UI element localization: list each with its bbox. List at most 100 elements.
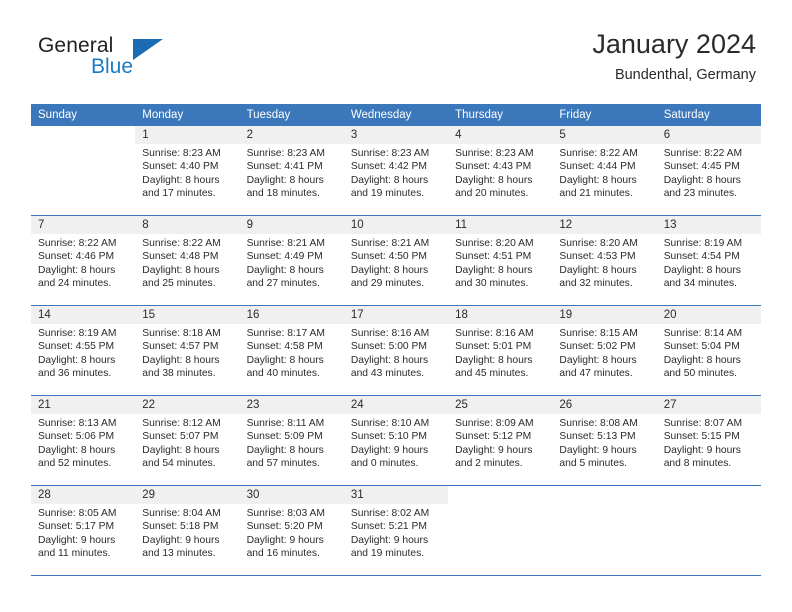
day-empty [656, 486, 761, 575]
sunrise-text: Sunrise: 8:23 AM [142, 148, 221, 159]
daylight-text-line1: Daylight: 8 hours [142, 354, 220, 366]
daylight-text-line1: Daylight: 8 hours [246, 354, 324, 366]
calendar-day-cell[interactable]: 21 Sunrise: 8:13 AM Sunset: 5:06 PM Dayligh… [31, 395, 136, 486]
day-info: Sunrise: 8:11 AM Sunset: 5:09 PM Daylight:… [240, 414, 344, 471]
daylight-text-line1: Daylight: 8 hours [455, 354, 533, 366]
calendar-day-cell[interactable]: 22 Sunrise: 8:12 AM Sunset: 5:07 PM Dayligh… [135, 395, 240, 486]
daylight-text-line1: Daylight: 8 hours [350, 174, 429, 186]
day-number: 29 [135, 486, 240, 504]
sunrise-text: Sunrise: 8:23 AM [246, 148, 325, 159]
calendar-day-cell[interactable]: 8 Sunrise: 8:22 AM Sunset: 4:48 PM Daylight… [135, 215, 240, 306]
sunrise-text: Sunrise: 8:19 AM [663, 238, 743, 249]
day-26: 26 Sunrise: 8:08 AM Sunset: 5:13 PM Dayligh… [552, 396, 657, 485]
title-block: January 2024 Bundenthal, Germany [592, 28, 756, 85]
sunrise-text: Sunrise: 8:11 AM [246, 418, 325, 429]
day-number: 30 [239, 486, 344, 504]
daylight-text-line2: and 21 minutes. [559, 188, 633, 200]
calendar-day-cell[interactable]: 15 Sunrise: 8:18 AM Sunset: 4:57 PM Dayligh… [135, 305, 240, 396]
day-empty [448, 486, 553, 575]
day-info: Sunrise: 8:20 AM Sunset: 4:53 PM Daylight:… [552, 234, 656, 291]
day-info: Sunrise: 8:23 AM Sunset: 4:40 PM Daylight:… [135, 144, 239, 201]
daylight-text-line1: Daylight: 9 hours [350, 444, 429, 456]
calendar-day-cell[interactable]: 31 Sunrise: 8:02 AM Sunset: 5:21 PM Dayligh… [343, 485, 449, 576]
calendar-day-cell[interactable]: 18 Sunrise: 8:16 AM Sunset: 5:01 PM Dayligh… [448, 305, 553, 396]
calendar-page: General Blue January 2024 Bundenthal, Ge… [0, 0, 792, 612]
calendar-day-cell[interactable] [552, 485, 657, 576]
sunset-text: Sunset: 5:13 PM [559, 431, 636, 443]
day-info: Sunrise: 8:13 AM Sunset: 5:06 PM Daylight:… [31, 414, 135, 471]
calendar-day-cell[interactable] [656, 485, 761, 576]
calendar-day-cell[interactable]: 11 Sunrise: 8:20 AM Sunset: 4:51 PM Dayligh… [448, 215, 553, 306]
day-19: 19 Sunrise: 8:15 AM Sunset: 5:02 PM Dayligh… [552, 306, 657, 395]
calendar-day-cell[interactable]: 5 Sunrise: 8:22 AM Sunset: 4:44 PM Daylight… [552, 126, 657, 216]
day-info: Sunrise: 8:10 AM Sunset: 5:10 PM Daylight:… [344, 414, 448, 471]
calendar-day-cell[interactable]: 3 Sunrise: 8:23 AM Sunset: 4:42 PM Daylight… [343, 126, 449, 216]
sunrise-text: Sunrise: 8:22 AM [38, 238, 117, 249]
day-number [552, 486, 657, 504]
calendar-day-cell[interactable]: 19 Sunrise: 8:15 AM Sunset: 5:02 PM Dayligh… [552, 305, 657, 396]
day-18: 18 Sunrise: 8:16 AM Sunset: 5:01 PM Dayligh… [448, 306, 553, 395]
calendar-day-cell[interactable] [31, 126, 136, 216]
sunrise-text: Sunrise: 8:15 AM [559, 328, 638, 339]
daylight-text-line2: and 30 minutes. [455, 278, 529, 290]
calendar-day-cell[interactable]: 16 Sunrise: 8:17 AM Sunset: 4:58 PM Dayligh… [239, 305, 344, 396]
daylight-text-line1: Daylight: 8 hours [38, 444, 116, 456]
day-info: Sunrise: 8:14 AM Sunset: 5:04 PM Daylight:… [657, 324, 761, 381]
calendar-day-cell[interactable] [448, 485, 553, 576]
daylight-text-line2: and 43 minutes. [350, 368, 425, 380]
daylight-text-line2: and 50 minutes. [663, 368, 737, 380]
daylight-text-line2: and 34 minutes. [663, 278, 737, 290]
day-info: Sunrise: 8:23 AM Sunset: 4:42 PM Daylight:… [344, 144, 448, 201]
day-info: Sunrise: 8:18 AM Sunset: 4:57 PM Daylight:… [135, 324, 239, 381]
daylight-text-line1: Daylight: 9 hours [38, 534, 116, 546]
calendar-day-cell[interactable]: 4 Sunrise: 8:23 AM Sunset: 4:43 PM Daylight… [448, 126, 553, 216]
sunset-text: Sunset: 4:55 PM [38, 341, 115, 353]
day-7: 7 Sunrise: 8:22 AM Sunset: 4:46 PM Daylight… [31, 216, 136, 305]
day-22: 22 Sunrise: 8:12 AM Sunset: 5:07 PM Dayligh… [135, 396, 240, 485]
calendar-day-cell[interactable]: 17 Sunrise: 8:16 AM Sunset: 5:00 PM Dayligh… [343, 305, 449, 396]
calendar-day-cell[interactable]: 26 Sunrise: 8:08 AM Sunset: 5:13 PM Dayligh… [552, 395, 657, 486]
daylight-text-line2: and 45 minutes. [455, 368, 529, 380]
calendar-day-cell[interactable]: 7 Sunrise: 8:22 AM Sunset: 4:46 PM Daylight… [31, 215, 136, 306]
calendar-day-cell[interactable]: 20 Sunrise: 8:14 AM Sunset: 5:04 PM Dayligh… [656, 305, 761, 396]
daylight-text-line2: and 19 minutes. [350, 548, 425, 560]
calendar-day-cell[interactable]: 28 Sunrise: 8:05 AM Sunset: 5:17 PM Dayligh… [31, 485, 136, 576]
calendar-day-cell[interactable]: 29 Sunrise: 8:04 AM Sunset: 5:18 PM Dayligh… [135, 485, 240, 576]
calendar-day-cell[interactable]: 24 Sunrise: 8:10 AM Sunset: 5:10 PM Dayligh… [343, 395, 449, 486]
sunset-text: Sunset: 4:50 PM [350, 251, 427, 263]
day-8: 8 Sunrise: 8:22 AM Sunset: 4:48 PM Daylight… [135, 216, 240, 305]
calendar-day-cell[interactable]: 13 Sunrise: 8:19 AM Sunset: 4:54 PM Dayligh… [656, 215, 761, 306]
day-empty [552, 486, 657, 575]
sunrise-text: Sunrise: 8:08 AM [559, 418, 638, 429]
daylight-text-line1: Daylight: 9 hours [663, 444, 741, 456]
sunset-text: Sunset: 4:45 PM [663, 161, 740, 173]
calendar-day-cell[interactable]: 6 Sunrise: 8:22 AM Sunset: 4:45 PM Daylight… [656, 126, 761, 216]
day-info: Sunrise: 8:17 AM Sunset: 4:58 PM Daylight:… [240, 324, 344, 381]
sunrise-text: Sunrise: 8:20 AM [455, 238, 534, 249]
daylight-text-line2: and 29 minutes. [350, 278, 425, 290]
daylight-text-line2: and 38 minutes. [142, 368, 216, 380]
day-number: 4 [448, 126, 553, 144]
calendar-day-cell[interactable]: 9 Sunrise: 8:21 AM Sunset: 4:49 PM Daylight… [239, 215, 344, 306]
sunset-text: Sunset: 5:12 PM [455, 431, 532, 443]
brand-name-blue: Blue [91, 55, 134, 78]
sunset-text: Sunset: 4:40 PM [142, 161, 219, 173]
calendar-day-cell[interactable]: 25 Sunrise: 8:09 AM Sunset: 5:12 PM Dayligh… [448, 395, 553, 486]
daylight-text-line1: Daylight: 8 hours [350, 264, 429, 276]
calendar-day-cell[interactable]: 1 Sunrise: 8:23 AM Sunset: 4:40 PM Daylight… [135, 126, 240, 216]
brand-logo[interactable]: General Blue [38, 34, 278, 90]
calendar-day-cell[interactable]: 10 Sunrise: 8:21 AM Sunset: 4:50 PM Dayligh… [343, 215, 449, 306]
daylight-text-line1: Daylight: 9 hours [246, 534, 324, 546]
calendar-day-cell[interactable]: 23 Sunrise: 8:11 AM Sunset: 5:09 PM Dayligh… [239, 395, 344, 486]
calendar-day-cell[interactable]: 2 Sunrise: 8:23 AM Sunset: 4:41 PM Daylight… [239, 126, 344, 216]
sunrise-text: Sunrise: 8:14 AM [663, 328, 743, 339]
day-31: 31 Sunrise: 8:02 AM Sunset: 5:21 PM Dayligh… [343, 486, 449, 575]
sunrise-text: Sunrise: 8:16 AM [350, 328, 430, 339]
calendar-day-cell[interactable]: 12 Sunrise: 8:20 AM Sunset: 4:53 PM Dayligh… [552, 215, 657, 306]
daylight-text-line1: Daylight: 8 hours [663, 354, 741, 366]
calendar-week-row: 14 Sunrise: 8:19 AM Sunset: 4:55 PM Dayligh… [31, 305, 761, 396]
calendar-day-cell[interactable]: 27 Sunrise: 8:07 AM Sunset: 5:15 PM Dayligh… [656, 395, 761, 486]
calendar-day-cell[interactable]: 30 Sunrise: 8:03 AM Sunset: 5:20 PM Dayligh… [239, 485, 344, 576]
day-25: 25 Sunrise: 8:09 AM Sunset: 5:12 PM Dayligh… [448, 396, 553, 485]
calendar-day-cell[interactable]: 14 Sunrise: 8:19 AM Sunset: 4:55 PM Dayligh… [31, 305, 136, 396]
